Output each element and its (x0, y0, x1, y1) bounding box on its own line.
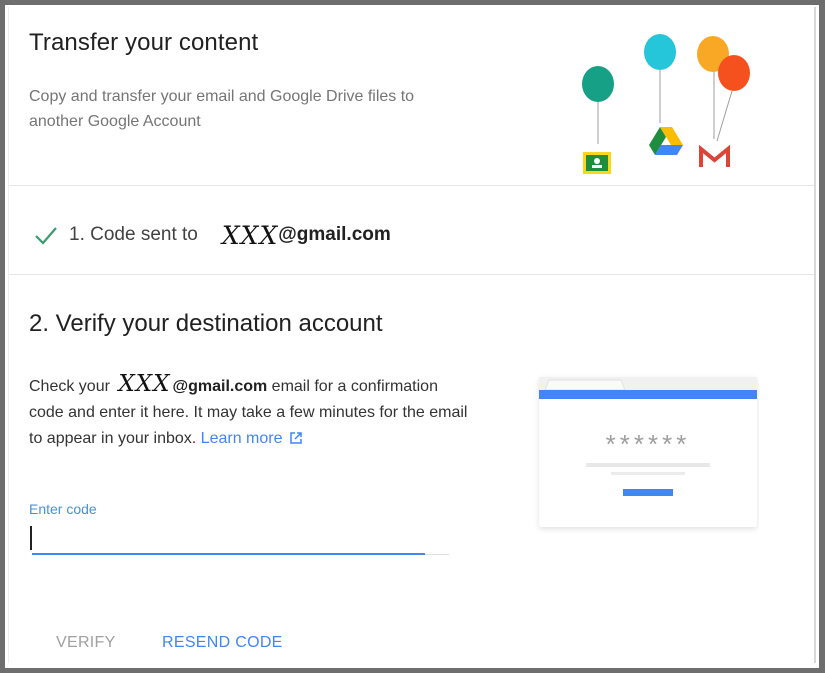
step1-label: 1. Code sent to (69, 224, 198, 245)
step1-row: 1. Code sent to XXX @gmail.com (33, 220, 391, 250)
transfer-dialog: Transfer your content Copy and transfer … (8, 7, 816, 663)
redacted-email-user: XXX (118, 371, 171, 397)
email-domain: @gmail.com (278, 224, 391, 245)
check-icon (35, 227, 57, 245)
masked-code-text: ****** (606, 429, 691, 459)
code-label: Enter code (29, 501, 97, 517)
verify-button[interactable]: VERIFY (56, 630, 116, 656)
verification-email-illustration: ****** (539, 377, 757, 527)
step2-description: Check your XXX @gmail.com email for a con… (29, 371, 469, 452)
code-field[interactable] (29, 520, 449, 555)
section-divider (9, 274, 814, 275)
email-domain: @gmail.com (172, 378, 268, 395)
resend-code-button[interactable]: RESEND CODE (162, 630, 283, 656)
drive-icon (649, 127, 683, 155)
page-subtitle: Copy and transfer your email and Google … (29, 88, 415, 130)
balloons-illustration (582, 34, 750, 174)
code-input-underline-rest (425, 554, 449, 555)
section-divider (9, 185, 814, 186)
balloon-red (716, 55, 750, 142)
gmail-icon (699, 144, 730, 167)
text-caret (30, 526, 32, 550)
learn-more-link[interactable]: Learn more (201, 430, 303, 447)
learn-more-label: Learn more (200, 430, 283, 447)
desc-prefix: Check your (29, 378, 110, 395)
code-input[interactable] (29, 520, 449, 553)
step2-title: 2. Verify your destination account (29, 310, 383, 337)
code-input-underline (32, 553, 425, 555)
external-link-icon (289, 432, 302, 444)
classroom-icon (583, 152, 611, 174)
balloon-green (582, 66, 614, 144)
redacted-email-user: XXX (221, 220, 279, 250)
balloon-orange (697, 36, 729, 139)
page-title: Transfer your content (29, 29, 259, 56)
balloon-cyan (644, 34, 676, 123)
